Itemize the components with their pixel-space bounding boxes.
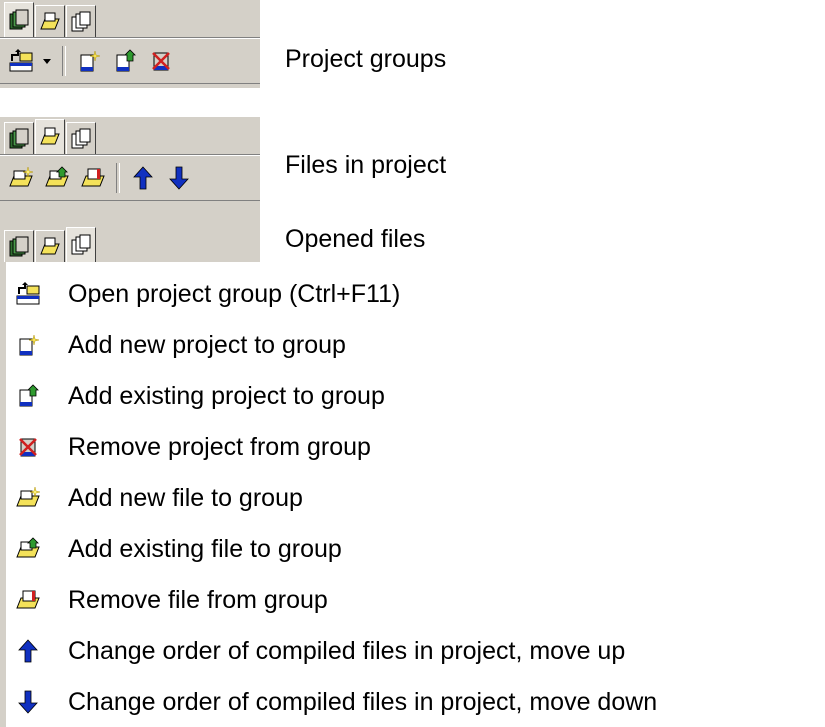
open-project-group-button[interactable] xyxy=(6,46,36,76)
remove-project-icon xyxy=(19,438,37,457)
legend-label: Change order of compiled files in projec… xyxy=(68,687,658,716)
toolbar-separator xyxy=(116,163,120,193)
legend-label: Add existing project to group xyxy=(68,381,385,410)
move-up-icon xyxy=(133,166,153,190)
legend-item: Remove project from group xyxy=(0,425,371,469)
move-up-icon xyxy=(18,639,38,663)
opened-files-tab-icon xyxy=(71,128,91,148)
files-in-project-tab-icon xyxy=(40,127,60,145)
tab-files-in-project[interactable] xyxy=(35,119,65,154)
legend-label: Remove project from group xyxy=(68,432,371,461)
add-existing-project-icon xyxy=(19,384,39,407)
move-down-icon xyxy=(18,690,38,714)
caption-files-in-project: Files in project xyxy=(285,151,447,179)
project-groups-tab-icon xyxy=(9,9,29,30)
tab-strip xyxy=(0,117,260,155)
caption-opened-files: Opened files xyxy=(285,225,426,253)
move-down-button[interactable] xyxy=(164,163,194,193)
tab-project-groups[interactable] xyxy=(4,122,34,154)
project-groups-tab-icon xyxy=(9,236,29,256)
tab-project-groups[interactable] xyxy=(4,2,34,37)
project-groups-tab-icon xyxy=(9,128,29,148)
remove-file-button[interactable] xyxy=(78,163,108,193)
chevron-down-icon xyxy=(43,58,51,64)
move-down-icon xyxy=(169,166,189,190)
add-new-project-icon xyxy=(19,334,40,356)
legend-label: Add new file to group xyxy=(68,483,303,512)
project-groups-toolbar xyxy=(0,38,260,84)
legend-label: Change order of compiled files in projec… xyxy=(68,636,626,665)
add-new-project-button[interactable] xyxy=(74,46,104,76)
legend-item: Add existing file to group xyxy=(0,527,342,571)
add-existing-project-button[interactable] xyxy=(110,46,140,76)
tab-files-in-project[interactable] xyxy=(35,230,65,262)
add-existing-file-icon xyxy=(45,166,69,187)
remove-file-icon xyxy=(16,590,40,609)
tab-opened-files[interactable] xyxy=(66,5,96,37)
legend-item: Change order of compiled files in projec… xyxy=(0,680,657,724)
remove-project-button[interactable] xyxy=(146,46,176,76)
opened-files-tab-icon xyxy=(71,234,91,255)
legend-label: Open project group (Ctrl+F11) xyxy=(68,279,401,308)
add-existing-file-icon xyxy=(16,537,40,558)
legend-item: Add new file to group xyxy=(0,476,303,520)
legend-item: Add existing project to group xyxy=(0,374,385,418)
remove-project-icon xyxy=(152,52,170,71)
project-groups-panel xyxy=(0,0,260,88)
legend-item: Add new project to group xyxy=(0,323,346,367)
opened-files-panel xyxy=(0,205,260,262)
legend-label: Add existing file to group xyxy=(68,534,342,563)
files-in-project-tab-icon xyxy=(40,237,60,254)
open-project-group-icon xyxy=(9,49,33,72)
add-new-file-icon xyxy=(9,166,34,187)
tab-strip xyxy=(0,205,260,262)
move-up-button[interactable] xyxy=(128,163,158,193)
add-new-project-icon xyxy=(80,50,101,72)
tab-opened-files[interactable] xyxy=(66,227,96,262)
tab-files-in-project[interactable] xyxy=(35,5,65,37)
tab-strip xyxy=(0,0,260,38)
legend-label: Remove file from group xyxy=(68,585,328,614)
legend-item: Open project group (Ctrl+F11) xyxy=(0,272,400,316)
opened-files-tab-icon xyxy=(71,11,91,31)
legend-label: Add new project to group xyxy=(68,330,346,359)
add-existing-project-icon xyxy=(116,49,136,72)
legend-item: Remove file from group xyxy=(0,578,328,622)
tab-opened-files[interactable] xyxy=(66,122,96,154)
add-new-file-button[interactable] xyxy=(6,163,36,193)
legend-item: Change order of compiled files in projec… xyxy=(0,629,625,673)
tab-project-groups[interactable] xyxy=(4,230,34,262)
open-project-group-icon xyxy=(16,282,40,305)
remove-file-icon xyxy=(81,168,105,187)
toolbar-separator xyxy=(62,46,66,76)
caption-project-groups: Project groups xyxy=(285,45,447,73)
add-new-file-icon xyxy=(16,486,41,507)
files-in-project-tab-icon xyxy=(40,12,60,29)
files-in-project-toolbar xyxy=(0,155,260,201)
files-in-project-panel xyxy=(0,117,260,205)
add-existing-file-button[interactable] xyxy=(42,163,72,193)
open-project-group-dropdown[interactable] xyxy=(42,58,52,64)
